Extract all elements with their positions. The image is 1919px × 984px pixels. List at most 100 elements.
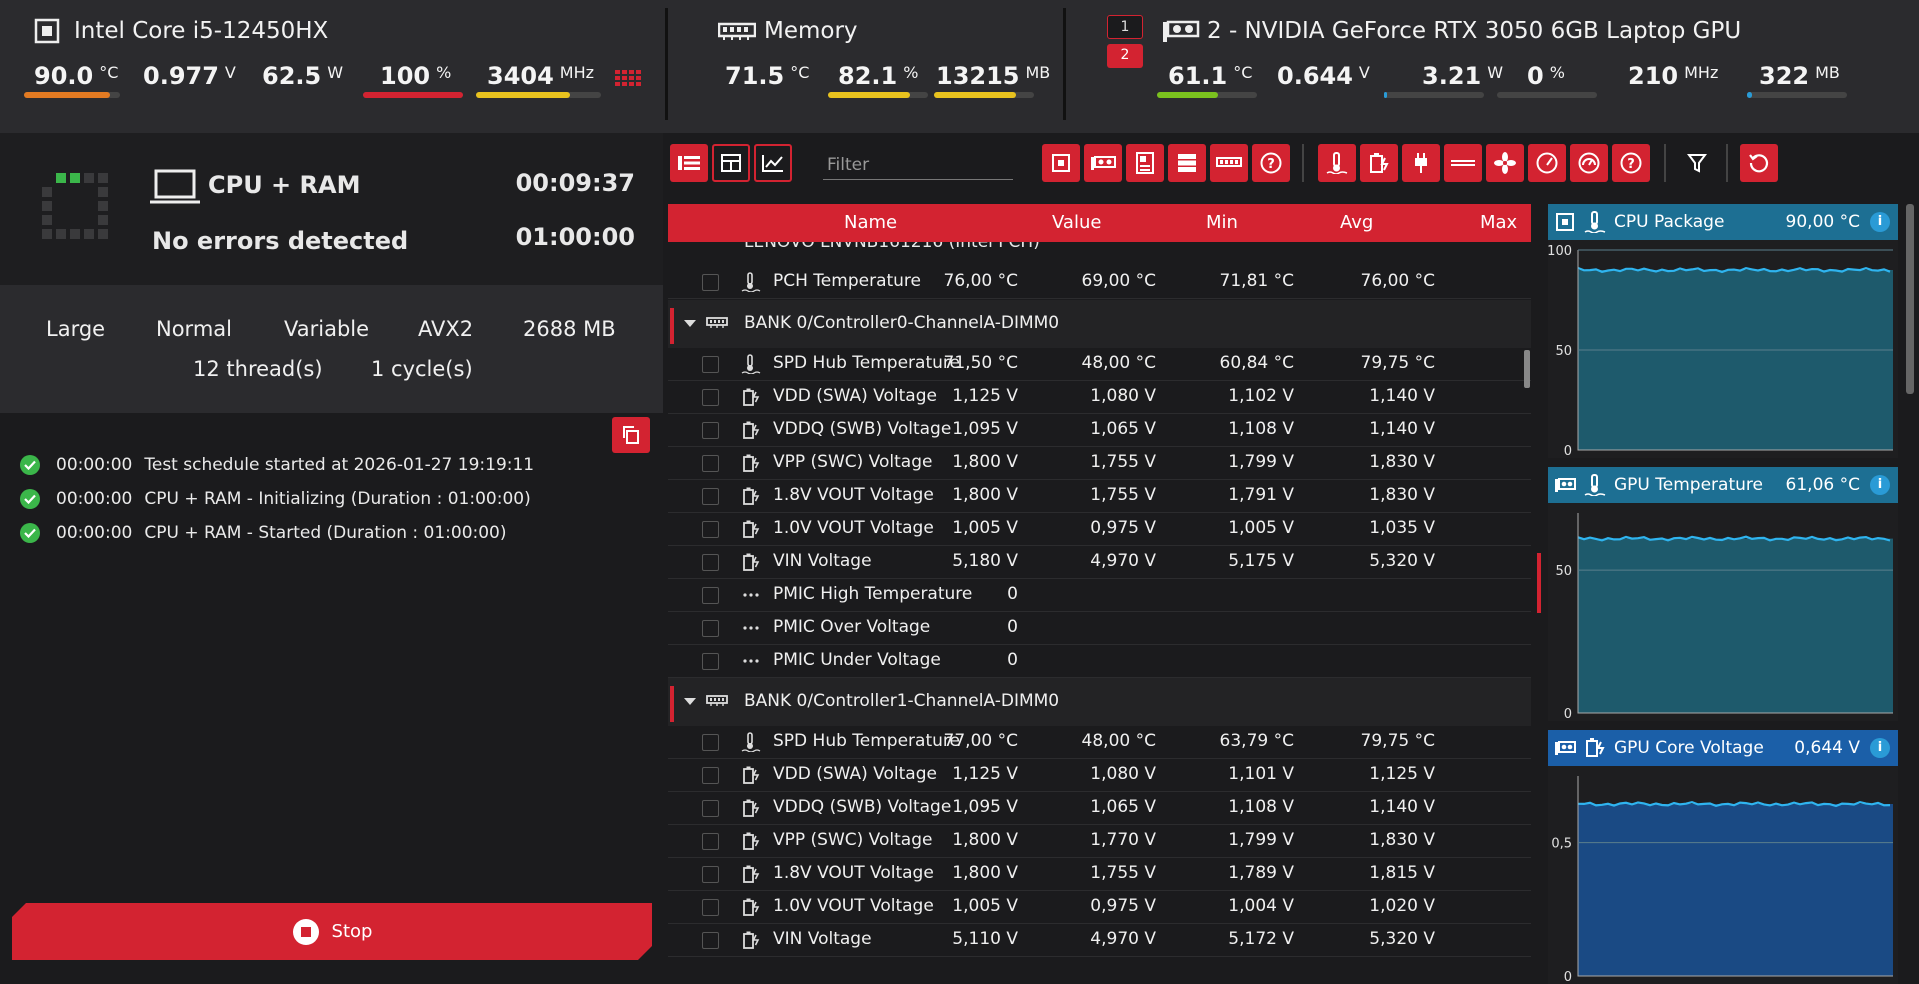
row-checkbox[interactable]	[702, 554, 719, 571]
filter-toggle-button[interactable]	[1678, 144, 1716, 182]
table-row[interactable]: VDDQ (SWB) Voltage 1,095 V 1,065 V 1,108 V1…	[668, 414, 1531, 447]
charts-scrollbar-thumb[interactable]	[1906, 204, 1914, 394]
battery-icon	[741, 387, 761, 407]
row-checkbox[interactable]	[702, 866, 719, 883]
list-view-button[interactable]	[670, 144, 708, 182]
filter-cpu-button[interactable]	[1042, 144, 1080, 182]
grid-view-button[interactable]	[712, 144, 750, 182]
row-checkbox[interactable]	[702, 488, 719, 505]
filter-usage-button[interactable]	[1570, 144, 1608, 182]
info-icon[interactable]: i	[1870, 738, 1890, 758]
row-checkbox[interactable]	[702, 932, 719, 949]
row-checkbox[interactable]	[702, 356, 719, 373]
col-max-header[interactable]: Max	[1480, 212, 1517, 233]
table-row[interactable]: VDDQ (SWB) Voltage 1,095 V 1,065 V 1,108 V1…	[668, 792, 1531, 825]
col-avg-header[interactable]: Avg	[1340, 212, 1373, 233]
sensor-group-row[interactable]: BANK 0/Controller1-ChannelA-DIMM0	[668, 678, 1531, 726]
sensor-chart[interactable]: CPU Package 90,00 °C i 100 50 0	[1548, 204, 1898, 458]
cpu-clock-bar	[476, 92, 601, 98]
table-row[interactable]: VPP (SWC) Voltage 1,800 V 1,770 V 1,799 V 1,…	[668, 825, 1531, 858]
table-row[interactable]: VIN Voltage 5,110 V 4,970 V 5,172 V 5,320 V	[668, 924, 1531, 957]
gpu-temp: 61.1 °C	[1168, 62, 1253, 90]
stop-icon	[292, 918, 320, 946]
sensor-max: 1,125 V	[1369, 764, 1435, 784]
cpu-summary[interactable]: Intel Core i5-12450HX 90.0 °C 0.977 V 62.5…	[0, 0, 665, 133]
cpu-clock: 3404 MHz	[487, 62, 595, 90]
filter-motherboard-button[interactable]	[1126, 144, 1164, 182]
sensor-min: 1,065 V	[1090, 419, 1156, 439]
filter-temperature-button[interactable]	[1318, 144, 1356, 182]
info-icon[interactable]: i	[1870, 475, 1890, 495]
table-row[interactable]: SPD Hub Temperature 71,50 °C 48,00 °C 60,84…	[668, 348, 1531, 381]
filter-load-button[interactable]	[1528, 144, 1566, 182]
table-row[interactable]: VDD (SWA) Voltage 1,125 V 1,080 V 1,101 V 1,…	[668, 759, 1531, 792]
row-checkbox[interactable]	[702, 734, 719, 751]
table-row[interactable]: PCH Temperature 76,00 °C 69,00 °C 71,81 °C 7…	[668, 266, 1531, 299]
table-row[interactable]: PMIC Over Voltage 0	[668, 612, 1531, 645]
table-row[interactable]: VPP (SWC) Voltage 1,800 V 1,755 V 1,799 V 1,…	[668, 447, 1531, 480]
table-row[interactable]: 1.0V VOUT Voltage 1,005 V 0,975 V 1,005 V 1,…	[668, 513, 1531, 546]
sensor-value: 76,00 °C	[943, 271, 1018, 291]
col-min-header[interactable]: Min	[1206, 212, 1238, 233]
table-row[interactable]: SPD Hub Temperature 77,00 °C 48,00 °C 63,79…	[668, 726, 1531, 759]
collapse-triangle-icon[interactable]	[684, 320, 696, 327]
reset-button[interactable]	[1740, 144, 1778, 182]
table-row[interactable]: 1.8V VOUT Voltage 1,800 V 1,755 V 1,789 V 1,…	[668, 858, 1531, 891]
row-checkbox[interactable]	[702, 389, 719, 406]
filter-clock-button[interactable]	[1444, 144, 1482, 182]
filter-storage-button[interactable]	[1168, 144, 1206, 182]
table-row[interactable]: VDD (SWA) Voltage 1,125 V 1,080 V 1,102 V 1,…	[668, 381, 1531, 414]
info-icon[interactable]: i	[1870, 212, 1890, 232]
cpu-cores-grid-icon[interactable]	[615, 70, 641, 90]
gpu-switch-1[interactable]: 1	[1107, 15, 1143, 39]
table-row[interactable]: 1.8V VOUT Voltage 1,800 V 1,755 V 1,791 V 1,…	[668, 480, 1531, 513]
sensor-chart[interactable]: GPU Core Voltage 0,644 Vi 0,5 0	[1548, 730, 1898, 984]
sensor-max: 1,830 V	[1369, 485, 1435, 505]
table-row[interactable]: PMIC Under Voltage 0	[668, 645, 1531, 678]
row-checkbox[interactable]	[702, 899, 719, 916]
sensor-value: 5,110 V	[952, 929, 1018, 949]
partial-group-row[interactable]: LENOVO LNVNB161216 (Intel PCH)	[668, 242, 1531, 266]
gpu-card-icon	[1163, 20, 1200, 42]
filter-power-button[interactable]	[1402, 144, 1440, 182]
stop-label: Stop	[331, 921, 373, 942]
bar-fill	[1747, 92, 1752, 98]
col-name-header[interactable]: Name	[844, 212, 897, 233]
row-checkbox[interactable]	[702, 455, 719, 472]
stop-button[interactable]: Stop	[12, 903, 652, 960]
table-row[interactable]: 1.0V VOUT Voltage 1,005 V 0,975 V 1,004 V 1,…	[668, 891, 1531, 924]
filter-voltage-button[interactable]	[1360, 144, 1398, 182]
sensor-chart[interactable]: GPU Temperature 61,06 °C i 50 0	[1548, 467, 1898, 721]
row-checkbox[interactable]	[702, 653, 719, 670]
row-checkbox[interactable]	[702, 422, 719, 439]
row-checkbox[interactable]	[702, 767, 719, 784]
battery-icon	[741, 831, 761, 851]
row-checkbox[interactable]	[702, 587, 719, 604]
gpu-summary[interactable]: 1 2 2 - NVIDIA GeForce RTX 3050 6GB Lapt…	[1066, 0, 1919, 133]
table-row[interactable]: VIN Voltage 5,180 V 4,970 V 5,175 V 5,320 V	[668, 546, 1531, 579]
filter-misc-button[interactable]: ?	[1612, 144, 1650, 182]
filter-input[interactable]	[823, 150, 1013, 180]
filter-memory-button[interactable]	[1210, 144, 1248, 182]
memory-summary[interactable]: Memory 71.5 °C 82.1% 13215 MB	[668, 0, 1063, 133]
row-checkbox[interactable]	[702, 833, 719, 850]
sensor-min: 48,00 °C	[1081, 731, 1156, 751]
chart-tick-label: 50	[1555, 564, 1572, 579]
col-value-header[interactable]: Value	[1052, 212, 1101, 233]
gpu-switch-2[interactable]: 2	[1107, 44, 1143, 68]
table-scrollbar-thumb[interactable]	[1524, 350, 1530, 388]
filter-gpu-button[interactable]	[1084, 144, 1122, 182]
collapse-triangle-icon[interactable]	[684, 698, 696, 705]
filter-other-button[interactable]: ?	[1252, 144, 1290, 182]
sensor-group-row[interactable]: BANK 0/Controller0-ChannelA-DIMM0	[668, 300, 1531, 348]
svg-text:?: ?	[1267, 157, 1275, 172]
copy-log-button[interactable]	[612, 417, 650, 453]
grid-view-icon	[721, 154, 741, 172]
row-checkbox[interactable]	[702, 620, 719, 637]
chart-view-button[interactable]	[754, 144, 792, 182]
row-checkbox[interactable]	[702, 274, 719, 291]
filter-fan-button[interactable]	[1486, 144, 1524, 182]
row-checkbox[interactable]	[702, 521, 719, 538]
row-checkbox[interactable]	[702, 800, 719, 817]
table-row[interactable]: PMIC High Temperature 0	[668, 579, 1531, 612]
